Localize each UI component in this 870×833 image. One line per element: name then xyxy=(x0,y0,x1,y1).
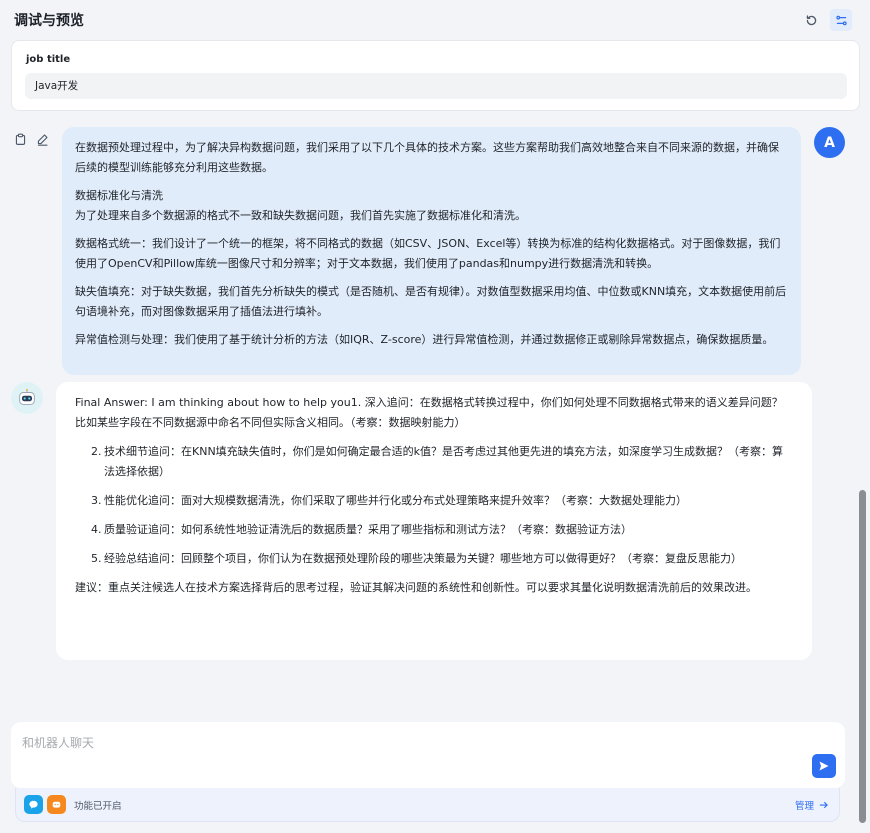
panel-title: 调试与预览 xyxy=(14,13,84,29)
feature-bar: 功能已开启 管理 xyxy=(15,788,840,822)
bot-face-icon xyxy=(47,795,66,814)
bot-question-list: 2. 技术细节追问：在KNN填充缺失值时，你们是如何确定最合适的k值？是否考虑过其… xyxy=(75,442,793,569)
message-tools xyxy=(14,131,49,150)
chat-input[interactable]: 和机器人聊天 xyxy=(22,734,94,751)
feature-status: 功能已开启 xyxy=(74,800,122,812)
bot-avatar xyxy=(11,382,43,414)
list-item: 3. 性能优化追问：面对大规模数据清洗，你们采取了哪些并行化或分布式处理策略来提升… xyxy=(91,494,687,507)
clipboard-icon[interactable] xyxy=(14,131,27,150)
bot-suggestion: 建议：重点关注候选人在技术方案选择背后的思考过程，验证其解决问题的系统性和创新性… xyxy=(75,581,757,594)
variable-settings-icon[interactable] xyxy=(830,9,852,31)
list-item: 2. 技术细节追问：在KNN填充缺失值时，你们是如何确定最合适的k值？是否考虑过其… xyxy=(91,445,784,478)
manage-button[interactable]: 管理 xyxy=(795,798,829,812)
user-paragraph: 数据标准化与清洗 xyxy=(75,189,163,202)
variables-card: job title Java开发 xyxy=(11,40,860,111)
list-item: 5. 经验总结追问：回顾整个项目，你们认为在数据预处理阶段的哪些决策最为关键？哪些… xyxy=(91,552,742,565)
user-paragraph: 数据格式统一：我们设计了一个统一的框架，将不同格式的数据（如CSV、JSON、E… xyxy=(75,237,781,270)
user-paragraph: 异常值检测与处理：我们使用了基于统计分析的方法（如IQR、Z-score）进行异… xyxy=(75,333,774,346)
user-paragraph: 为了处理来自多个数据源的格式不一致和缺失数据问题，我们首先实施了数据标准化和清洗… xyxy=(75,209,526,222)
user-paragraph: 缺失值填充：对于缺失数据，我们首先分析缺失的模式（是否随机、是否有规律）。对数值… xyxy=(75,285,787,318)
panel-header: 调试与预览 xyxy=(0,0,870,40)
send-button[interactable] xyxy=(812,754,836,778)
refresh-icon[interactable] xyxy=(800,9,822,31)
job-title-label: job title xyxy=(26,54,71,65)
pencil-icon[interactable] xyxy=(36,131,49,150)
list-item: 4. 质量验证追问：如何系统性地验证清洗后的数据质量？采用了哪些指标和测试方法？（… xyxy=(91,523,632,536)
header-actions xyxy=(800,9,852,31)
chat-bubble-icon xyxy=(24,795,43,814)
send-icon xyxy=(819,761,829,771)
bot-message-bubble: Final Answer: I am thinking about how to… xyxy=(56,382,812,660)
manage-label: 管理 xyxy=(794,800,814,812)
user-paragraph: 在数据预处理过程中，为了解决异构数据问题，我们采用了以下几个具体的技术方案。这些… xyxy=(75,141,779,174)
bot-intro: Final Answer: I am thinking about how to… xyxy=(75,396,783,429)
user-avatar: A xyxy=(814,127,845,158)
user-message-bubble: 在数据预处理过程中，为了解决异构数据问题，我们采用了以下几个具体的技术方案。这些… xyxy=(62,127,801,375)
chat-composer: 和机器人聊天 xyxy=(11,722,845,788)
bot-face-icon xyxy=(19,389,35,405)
arrow-right-icon xyxy=(819,801,828,808)
chat-scrollbar[interactable] xyxy=(859,490,866,823)
job-title-input[interactable]: Java开发 xyxy=(25,73,847,99)
